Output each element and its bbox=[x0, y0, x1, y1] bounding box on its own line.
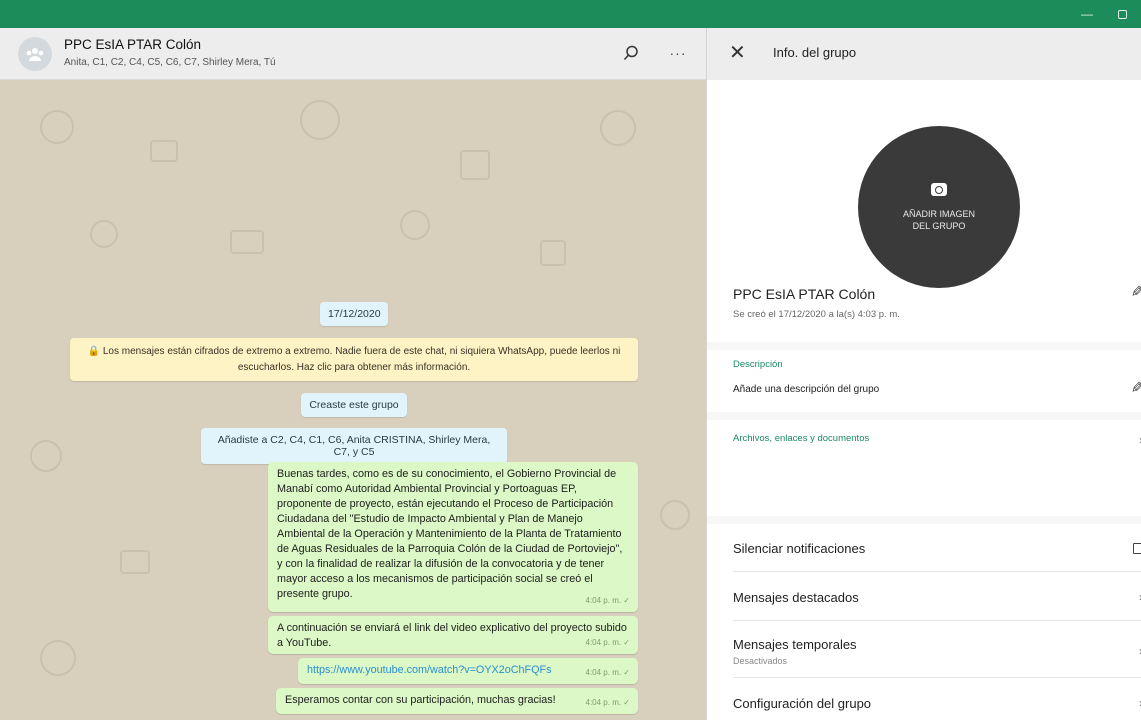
close-icon[interactable]: ✕ bbox=[729, 43, 746, 63]
message-bubble[interactable]: A continuación se enviará el link del vi… bbox=[268, 616, 638, 654]
description-placeholder[interactable]: Añade una descripción del grupo bbox=[733, 384, 879, 395]
message-text: A continuación se enviará el link del vi… bbox=[277, 622, 627, 649]
row-divider bbox=[733, 677, 1141, 678]
more-options-icon[interactable]: ··· bbox=[667, 42, 689, 64]
search-icon[interactable] bbox=[620, 42, 642, 64]
wallpaper-doodle bbox=[40, 110, 74, 144]
wallpaper-doodle bbox=[460, 150, 490, 180]
chat-messages-area[interactable]: 17/12/2020 🔒 Los mensajes están cifrados… bbox=[0, 80, 706, 720]
temporary-messages-row[interactable]: Mensajes temporales Desactivados › bbox=[707, 622, 1141, 678]
description-label: Descripción bbox=[733, 359, 783, 370]
files-links-docs-label[interactable]: Archivos, enlaces y documentos bbox=[733, 433, 869, 444]
edit-name-pencil-icon[interactable]: ✎ bbox=[1128, 285, 1141, 298]
encryption-notice[interactable]: 🔒 Los mensajes están cifrados de extremo… bbox=[70, 338, 638, 381]
wallpaper-doodle bbox=[120, 550, 150, 574]
message-bubble[interactable]: Esperamos contar con su participación, m… bbox=[276, 688, 638, 714]
title-bar: — bbox=[0, 0, 1141, 28]
wallpaper-doodle bbox=[90, 220, 118, 248]
starred-messages-label: Mensajes destacados bbox=[733, 590, 859, 605]
date-chip: 17/12/2020 bbox=[320, 302, 388, 326]
message-bubble[interactable]: https://www.youtube.com/watch?v=OYX2oChF… bbox=[298, 658, 638, 684]
wallpaper-doodle bbox=[300, 100, 340, 140]
mute-notifications-label: Silenciar notificaciones bbox=[733, 541, 866, 556]
edit-description-pencil-icon[interactable]: ✎ bbox=[1128, 381, 1141, 394]
chat-participants: Anita, C1, C2, C4, C5, C6, C7, Shirley M… bbox=[64, 57, 276, 68]
starred-messages-row[interactable]: Mensajes destacados › bbox=[707, 573, 1141, 621]
system-message: Añadiste a C2, C4, C1, C6, Anita CRISTIN… bbox=[201, 428, 507, 464]
maximize-icon[interactable] bbox=[1105, 0, 1139, 28]
wallpaper-doodle bbox=[230, 230, 264, 254]
temporary-messages-label: Mensajes temporales bbox=[733, 637, 857, 652]
group-profile-card: AÑADIR IMAGEN DEL GRUPO PPC EsIA PTAR Co… bbox=[707, 80, 1141, 342]
message-time: 4:04 p. m. ✓ bbox=[585, 698, 631, 707]
wallpaper-doodle bbox=[600, 110, 636, 146]
wallpaper-doodle bbox=[150, 140, 178, 162]
info-header: ✕ Info. del grupo bbox=[707, 28, 1141, 80]
wallpaper-doodle bbox=[30, 440, 62, 472]
message-time: 4:04 p. m. ✓ bbox=[585, 668, 631, 677]
message-time: 4:04 p. m. ✓ bbox=[585, 638, 631, 647]
mute-checkbox[interactable] bbox=[1133, 543, 1141, 554]
mute-notifications-row[interactable]: Silenciar notificaciones bbox=[707, 524, 1141, 572]
camera-icon bbox=[931, 182, 947, 196]
group-avatar-icon[interactable] bbox=[18, 37, 52, 71]
add-image-label: AÑADIR IMAGEN DEL GRUPO bbox=[902, 208, 975, 231]
wallpaper-doodle bbox=[400, 210, 430, 240]
chat-title: PPC EsIA PTAR Colón bbox=[64, 37, 202, 52]
youtube-link[interactable]: https://www.youtube.com/watch?v=OYX2oChF… bbox=[307, 663, 629, 678]
row-divider bbox=[733, 571, 1141, 572]
wallpaper-doodle bbox=[660, 500, 690, 530]
temporary-messages-status: Desactivados bbox=[733, 656, 788, 666]
settings-card: Silenciar notificaciones Mensajes destac… bbox=[707, 524, 1141, 720]
group-settings-row[interactable]: Configuración del grupo › bbox=[707, 679, 1141, 720]
info-title: Info. del grupo bbox=[773, 45, 857, 60]
chat-header[interactable]: PPC EsIA PTAR Colón Anita, C1, C2, C4, C… bbox=[0, 28, 706, 80]
message-text: Buenas tardes, como es de su conocimient… bbox=[277, 468, 623, 600]
wallpaper-doodle bbox=[540, 240, 566, 266]
group-name: PPC EsIA PTAR Colón bbox=[733, 286, 876, 302]
group-created-date: Se creó el 17/12/2020 a la(s) 4:03 p. m. bbox=[733, 309, 900, 320]
system-message: Creaste este grupo bbox=[301, 393, 407, 417]
group-info-panel[interactable]: AÑADIR IMAGEN DEL GRUPO PPC EsIA PTAR Co… bbox=[707, 80, 1141, 720]
group-picture[interactable]: AÑADIR IMAGEN DEL GRUPO bbox=[858, 126, 1020, 288]
wallpaper-doodle bbox=[40, 640, 76, 676]
message-bubble[interactable]: Buenas tardes, como es de su conocimient… bbox=[268, 462, 638, 612]
minimize-icon[interactable]: — bbox=[1070, 0, 1104, 28]
message-time: 4:04 p. m. ✓ bbox=[585, 596, 631, 605]
row-divider bbox=[733, 620, 1141, 621]
message-text: Esperamos contar con su participación, m… bbox=[285, 694, 556, 706]
group-settings-label: Configuración del grupo bbox=[733, 696, 872, 711]
